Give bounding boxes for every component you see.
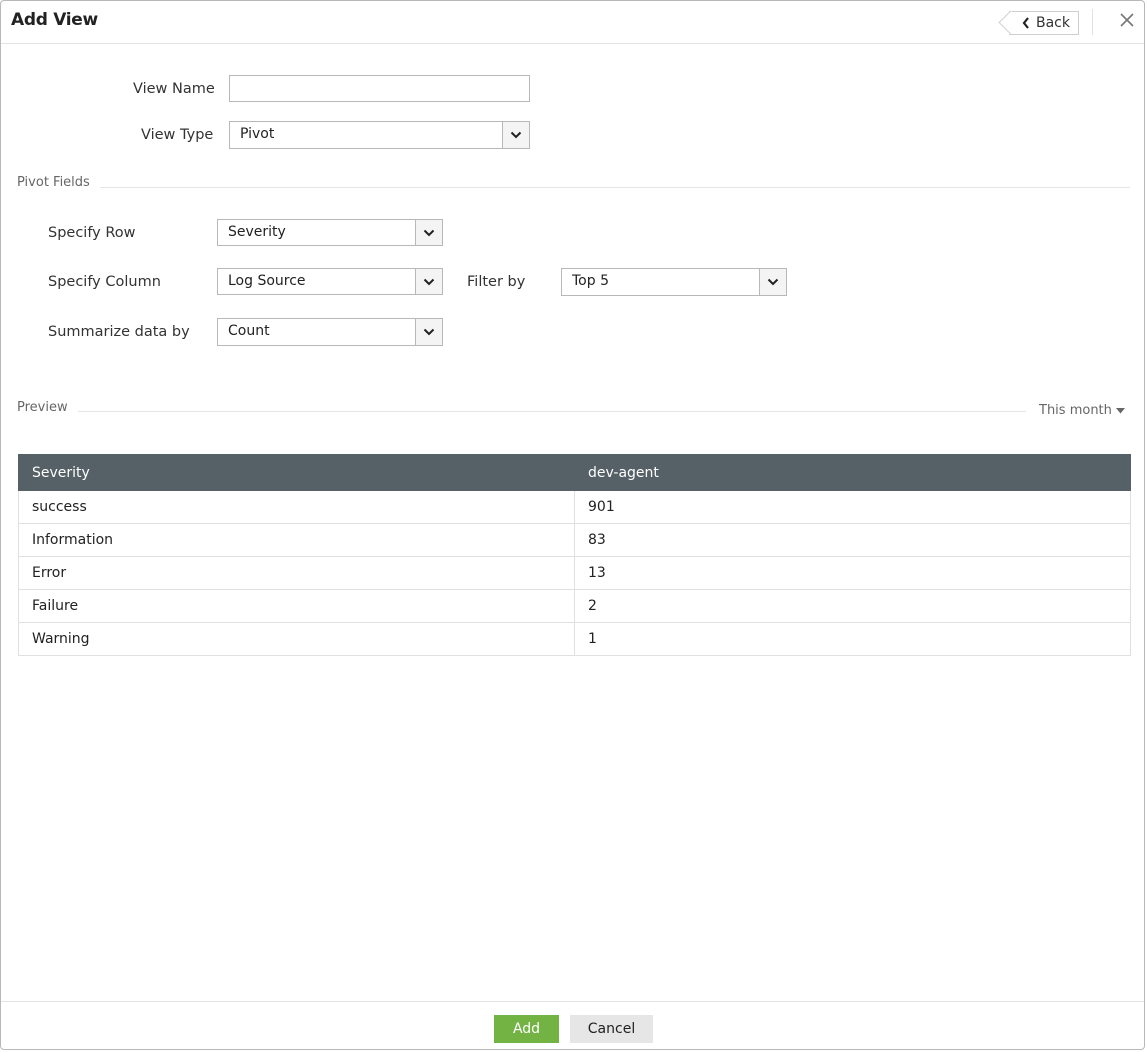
view-type-select[interactable]: Pivot xyxy=(229,121,530,149)
table-row: Error 13 xyxy=(18,556,1131,590)
header-divider xyxy=(1092,9,1093,35)
column-header: Severity xyxy=(18,454,575,491)
table-cell: 1 xyxy=(574,622,1131,656)
table-cell: 13 xyxy=(574,556,1131,590)
dialog-header: Add View Back xyxy=(1,1,1144,44)
pivot-fields-divider xyxy=(100,187,1130,188)
view-name-input[interactable] xyxy=(229,75,530,102)
table-cell: Error xyxy=(18,556,575,590)
summarize-value: Count xyxy=(228,323,270,339)
specify-column-value: Log Source xyxy=(228,273,306,289)
summarize-select[interactable]: Count xyxy=(217,318,443,346)
table-cell: success xyxy=(18,490,575,524)
back-button[interactable]: Back xyxy=(1009,11,1079,35)
table-cell: 2 xyxy=(574,589,1131,623)
chevron-down-icon xyxy=(415,220,442,245)
table-cell: Warning xyxy=(18,622,575,656)
add-view-dialog: Add View Back View Name View Type Pivot … xyxy=(0,0,1145,1050)
chevron-down-icon xyxy=(759,269,786,295)
close-button[interactable] xyxy=(1117,10,1137,30)
view-type-value: Pivot xyxy=(240,126,275,142)
table-row: Warning 1 xyxy=(18,622,1131,656)
chevron-down-icon xyxy=(415,319,442,345)
chevron-down-icon xyxy=(502,122,529,148)
table-row: Information 83 xyxy=(18,523,1131,557)
specify-row-select[interactable]: Severity xyxy=(217,219,443,246)
filter-by-label: Filter by xyxy=(467,274,526,290)
filter-by-value: Top 5 xyxy=(572,273,609,289)
specify-row-label: Specify Row xyxy=(48,225,136,241)
preview-title: Preview xyxy=(17,400,68,415)
table-cell: Failure xyxy=(18,589,575,623)
pivot-fields-title: Pivot Fields xyxy=(17,175,90,190)
dialog-title: Add View xyxy=(11,10,98,30)
view-name-label: View Name xyxy=(133,81,215,97)
table-cell: 83 xyxy=(574,523,1131,557)
date-range-dropdown[interactable]: This month xyxy=(1039,403,1125,418)
specify-column-select[interactable]: Log Source xyxy=(217,268,443,295)
close-icon xyxy=(1120,13,1134,27)
dialog-footer: Add Cancel xyxy=(1,1001,1144,1049)
column-header: dev-agent xyxy=(574,454,1131,491)
view-type-label: View Type xyxy=(141,127,214,143)
date-range-label: This month xyxy=(1039,403,1112,418)
chevron-down-icon xyxy=(415,269,442,294)
specify-row-value: Severity xyxy=(228,224,286,240)
table-cell: 901 xyxy=(574,490,1131,524)
table-row: Failure 2 xyxy=(18,589,1131,623)
table-header-row: Severity dev-agent xyxy=(18,454,1131,491)
back-button-label: Back xyxy=(1036,15,1070,31)
table-cell: Information xyxy=(18,523,575,557)
add-button[interactable]: Add xyxy=(494,1015,559,1043)
filter-by-select[interactable]: Top 5 xyxy=(561,268,787,296)
preview-divider xyxy=(78,411,1026,412)
summarize-label: Summarize data by xyxy=(48,324,190,340)
preview-table: Severity dev-agent success 901 Informati… xyxy=(18,454,1131,656)
caret-down-icon xyxy=(1115,403,1125,418)
specify-column-label: Specify Column xyxy=(48,274,161,290)
cancel-button[interactable]: Cancel xyxy=(570,1015,653,1043)
chevron-left-icon xyxy=(1021,16,1031,30)
table-row: success 901 xyxy=(18,490,1131,524)
